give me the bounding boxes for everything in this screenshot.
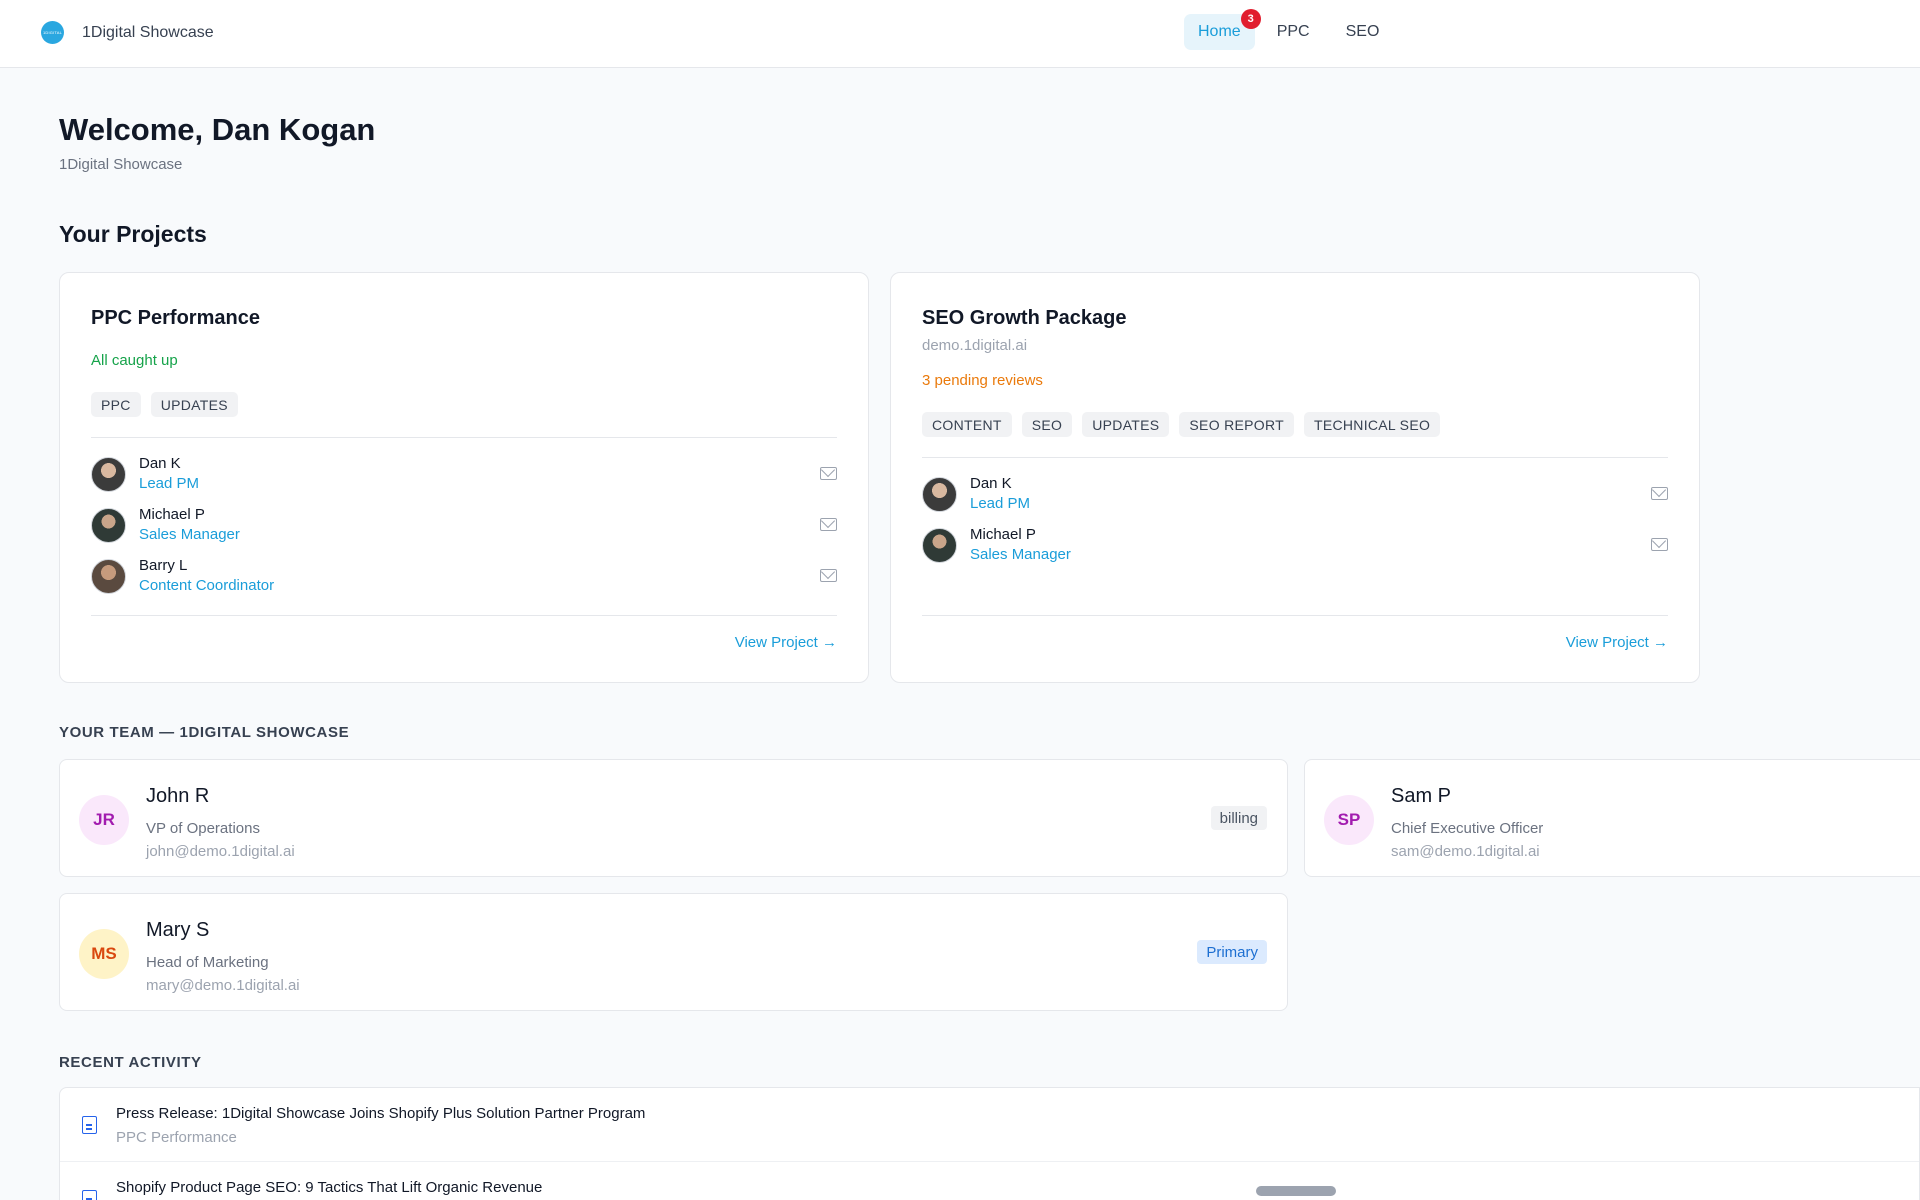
view-project-link[interactable]: View Project → [735,634,837,651]
divider [91,437,837,438]
activity-title: Shopify Product Page SEO: 9 Tactics That… [116,1179,543,1196]
notification-badge: 3 [1240,9,1261,29]
billing-badge: billing [1210,806,1267,830]
tag: TECHNICAL SEO [1303,412,1441,437]
avatar [922,477,957,512]
nav-ppc[interactable]: PPC [1263,14,1324,50]
project-card-ppc: PPC Performance All caught up PPC UPDATE… [59,272,869,683]
mail-icon[interactable] [1651,538,1668,551]
primary-badge: Primary [1197,940,1267,964]
project-domain: demo.1digital.ai [922,337,1028,354]
team-card-john: JR John R VP of Operations john@demo.1di… [59,759,1288,877]
team-member-email[interactable]: john@demo.1digital.ai [146,843,295,860]
activity-title: Press Release: 1Digital Showcase Joins S… [116,1105,646,1122]
main-nav: Home 3 PPC SEO [1184,9,1394,50]
tag: SEO [1021,412,1073,437]
member-role: Sales Manager [139,526,240,543]
nav-home[interactable]: Home 3 [1184,9,1261,50]
activity-list: Press Release: 1Digital Showcase Joins S… [59,1087,1920,1200]
project-title: PPC Performance [91,307,260,329]
member-row: Dan K Lead PM [91,455,837,495]
scrollbar-handle[interactable] [1256,1186,1336,1196]
divider [91,615,837,616]
document-icon [82,1190,97,1200]
project-tags: CONTENT SEO UPDATES SEO REPORT TECHNICAL… [922,412,1441,437]
tag: UPDATES [1082,412,1170,437]
member-role: Lead PM [970,495,1031,512]
view-project-link[interactable]: View Project → [1566,634,1668,651]
team-member-role: VP of Operations [146,820,260,837]
team-heading: YOUR TEAM — 1DIGITAL SHOWCASE [59,724,350,741]
team-member-name: Mary S [146,919,210,941]
member-name: Dan K [970,475,1012,492]
team-card-sam: SP Sam P Chief Executive Officer sam@dem… [1304,759,1920,877]
team-member-role: Head of Marketing [146,954,269,971]
avatar [922,528,957,563]
mail-icon[interactable] [820,518,837,531]
member-role: Sales Manager [970,546,1071,563]
avatar: SP [1324,795,1374,845]
document-icon [82,1116,97,1134]
avatar [91,508,126,543]
team-member-email[interactable]: sam@demo.1digital.ai [1391,843,1540,860]
projects-heading: Your Projects [59,221,207,247]
page-title: Welcome, Dan Kogan [59,112,376,147]
activity-project: PPC Performance [116,1129,237,1146]
brand-logo[interactable]: 1DIGITAL [41,21,64,44]
avatar: MS [79,929,129,979]
member-name: Michael P [139,506,205,523]
member-name: Barry L [139,557,188,574]
activity-item[interactable]: Shopify Product Page SEO: 9 Tactics That… [60,1162,1919,1200]
member-name: Dan K [139,455,181,472]
team-card-mary: MS Mary S Head of Marketing mary@demo.1d… [59,893,1288,1011]
member-role: Lead PM [139,475,200,492]
tag: PPC [91,392,141,417]
member-row: Michael P Sales Manager [91,506,837,546]
team-member-name: Sam P [1391,785,1452,807]
member-row: Dan K Lead PM [922,475,1668,515]
tag: UPDATES [150,392,238,417]
avatar [91,457,126,492]
page-subtitle: 1Digital Showcase [59,156,183,173]
nav-seo[interactable]: SEO [1332,14,1394,50]
project-card-seo: SEO Growth Package demo.1digital.ai 3 pe… [890,272,1700,683]
team-member-name: John R [146,785,210,807]
project-status: All caught up [91,352,178,369]
member-row: Michael P Sales Manager [922,526,1668,566]
brand-name[interactable]: 1Digital Showcase [82,24,214,42]
member-role: Content Coordinator [139,577,275,594]
avatar: JR [79,795,129,845]
activity-item[interactable]: Press Release: 1Digital Showcase Joins S… [60,1088,1919,1162]
mail-icon[interactable] [820,467,837,480]
team-member-role: Chief Executive Officer [1391,820,1544,837]
mail-icon[interactable] [1651,487,1668,500]
tag: CONTENT [922,412,1012,437]
project-tags: PPC UPDATES [91,392,238,417]
avatar [91,559,126,594]
activity-heading: RECENT ACTIVITY [59,1054,202,1071]
project-status: 3 pending reviews [922,372,1043,389]
member-row: Barry L Content Coordinator [91,557,837,597]
member-name: Michael P [970,526,1036,543]
top-nav: 1DIGITAL 1Digital Showcase Home 3 PPC SE… [0,0,1920,68]
divider [922,457,1668,458]
tag: SEO REPORT [1179,412,1294,437]
mail-icon[interactable] [820,569,837,582]
project-title: SEO Growth Package [922,307,1127,329]
divider [922,615,1668,616]
team-member-email[interactable]: mary@demo.1digital.ai [146,977,300,994]
